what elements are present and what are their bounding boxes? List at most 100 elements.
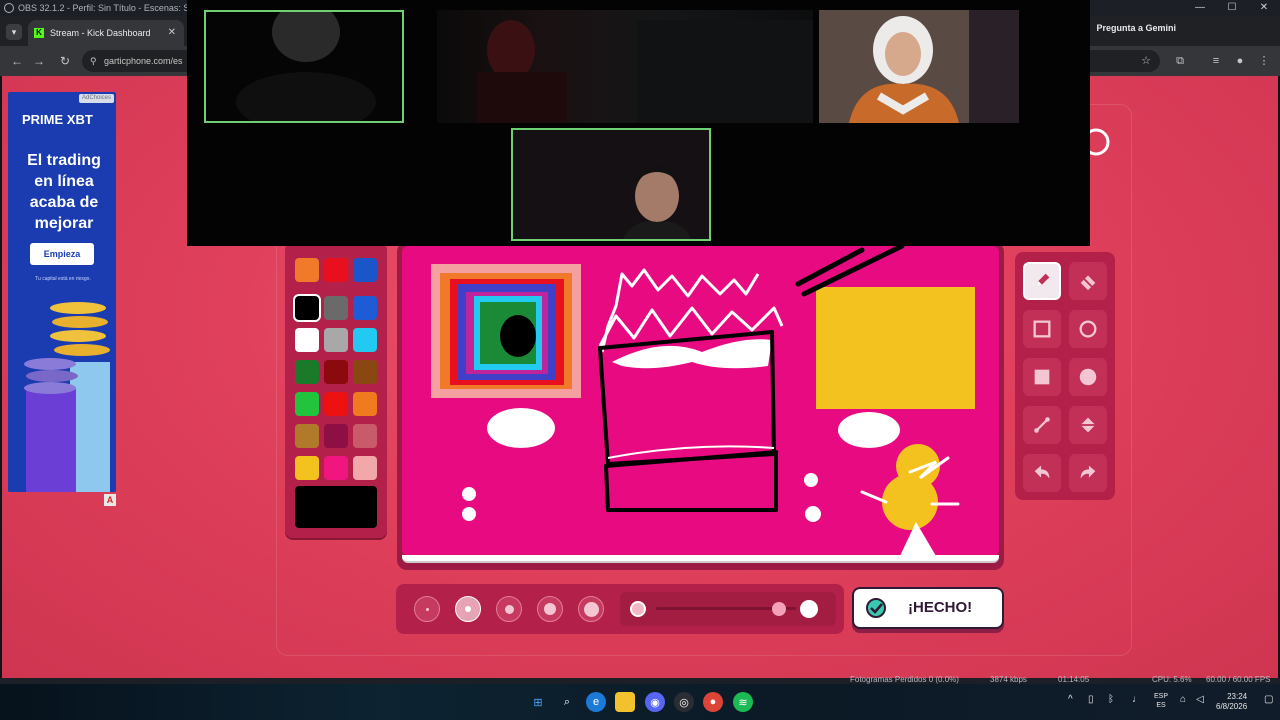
webcam-person-1	[236, 12, 376, 121]
color-swatch[interactable]	[353, 360, 377, 384]
bookmark-star-icon[interactable]: ☆	[1138, 52, 1154, 70]
tool-panel	[1015, 252, 1115, 500]
site-info-icon[interactable]: ⚲	[90, 50, 97, 72]
spotify-icon[interactable]: ≋	[733, 692, 753, 712]
file-explorer-icon[interactable]	[615, 692, 635, 712]
brush-size-button[interactable]	[414, 596, 440, 622]
rectangle-fill-icon	[1034, 369, 1050, 385]
brush-size-dot	[544, 603, 556, 615]
webcam-feed-3	[819, 10, 1019, 123]
minimize-button[interactable]: —	[1184, 0, 1216, 16]
color-swatch[interactable]	[295, 360, 319, 384]
tray-mic-icon[interactable]: ♩	[1132, 694, 1142, 705]
bitrate: 3874 kbps	[990, 675, 1027, 684]
undo-tool[interactable]	[1023, 454, 1061, 492]
profile-icon[interactable]: ●	[1232, 52, 1248, 70]
color-swatch[interactable]	[295, 258, 319, 282]
obs-icon[interactable]: ◎	[674, 692, 694, 712]
ad-choices-badge[interactable]: AdChoices	[78, 94, 114, 103]
close-window-button[interactable]: ✕	[1248, 0, 1280, 16]
color-swatch[interactable]	[295, 392, 319, 416]
close-tab-icon[interactable]: ✕	[168, 20, 176, 46]
color-swatch[interactable]	[353, 258, 377, 282]
webcam-person-2	[477, 20, 813, 123]
fps-readout: 60.00 / 60.00 FPS	[1206, 675, 1271, 684]
color-swatch[interactable]	[324, 360, 348, 384]
tab-search-button[interactable]: ▾	[6, 24, 22, 40]
webcam-feed-2	[437, 10, 813, 123]
tab-kick-dashboard[interactable]: K Stream - Kick Dashboard ✕	[28, 20, 184, 46]
search-icon[interactable]: ⌕	[557, 692, 577, 712]
brush-size-button[interactable]	[455, 596, 481, 622]
language-indicator[interactable]: ESP ES	[1154, 692, 1168, 710]
brush-size-button[interactable]	[496, 596, 522, 622]
color-swatch[interactable]	[353, 456, 377, 480]
start-icon[interactable]: ⊞	[528, 692, 548, 712]
chrome-icon[interactable]: ●	[703, 692, 723, 712]
address-bar[interactable]: ⚲ garticphone.com/es	[82, 50, 188, 72]
color-swatch[interactable]	[353, 424, 377, 448]
brush-size-bar	[396, 584, 844, 634]
color-swatch[interactable]	[324, 258, 348, 282]
tray-network-icon[interactable]: ⌂	[1180, 694, 1186, 705]
tray-bluetooth-icon[interactable]: ᛒ	[1108, 694, 1114, 705]
rectangle-outline-icon	[1033, 320, 1051, 338]
gemini-button[interactable]: Pregunta a Gemini	[1096, 23, 1176, 33]
rectangle-fill-tool[interactable]	[1023, 358, 1061, 396]
maximize-button[interactable]: ☐	[1216, 0, 1248, 16]
rectangle-outline-tool[interactable]	[1023, 310, 1061, 348]
back-icon[interactable]: ←	[8, 52, 26, 70]
color-swatch[interactable]	[324, 424, 348, 448]
pencil-icon	[1036, 273, 1050, 287]
reload-icon[interactable]: ↻	[56, 52, 74, 70]
discord-icon[interactable]: ◉	[645, 692, 665, 712]
color-swatch[interactable]	[324, 392, 348, 416]
opacity-knob[interactable]	[772, 602, 787, 616]
redo-tool[interactable]	[1069, 454, 1107, 492]
webcam-person-4	[513, 130, 709, 239]
line-tool[interactable]	[1023, 406, 1061, 444]
circle-fill-tool[interactable]	[1069, 358, 1107, 396]
color-swatch[interactable]	[295, 456, 319, 480]
color-swatch[interactable]	[353, 296, 377, 320]
color-swatch[interactable]	[353, 392, 377, 416]
tray-battery-icon[interactable]: ▯	[1088, 694, 1094, 705]
fill-bucket-tool[interactable]	[1069, 406, 1107, 444]
color-swatch[interactable]	[293, 294, 321, 322]
stream-time: 01:14:05	[1058, 675, 1090, 684]
tray-overflow-icon[interactable]: ^	[1068, 694, 1073, 705]
eraser-icon	[1080, 275, 1096, 291]
extensions-icon[interactable]: ⧉	[1172, 52, 1188, 70]
color-palette	[285, 242, 387, 538]
color-swatch[interactable]	[353, 328, 377, 352]
edge-icon[interactable]: e	[586, 692, 606, 712]
webcam-feed-4	[511, 128, 711, 241]
brush-size-button[interactable]	[578, 596, 604, 622]
brush-size-button[interactable]	[537, 596, 563, 622]
ad-cta-button[interactable]: Empieza	[30, 243, 94, 265]
eraser-tool[interactable]	[1069, 262, 1107, 300]
circle-outline-tool[interactable]	[1069, 310, 1107, 348]
clock-time: 23:24	[1227, 692, 1248, 701]
chrome-menu-icon[interactable]: ⋮	[1256, 52, 1272, 70]
lang-bottom: ES	[1156, 702, 1166, 709]
color-swatch[interactable]	[324, 296, 348, 320]
ad-corner-label[interactable]: A	[104, 494, 116, 506]
line-icon	[1034, 417, 1050, 433]
color-swatch[interactable]	[324, 456, 348, 480]
pencil-tool[interactable]	[1023, 262, 1061, 300]
taskbar-clock[interactable]: 23:24 6/8/2026	[1216, 692, 1247, 712]
tray-volume-icon[interactable]: ◁	[1196, 694, 1204, 705]
url-text: garticphone.com/es	[104, 56, 183, 66]
color-swatch[interactable]	[295, 328, 319, 352]
ad-banner[interactable]: AdChoices PRIME XBT El trading en línea …	[8, 92, 116, 492]
opacity-slider[interactable]	[620, 592, 836, 626]
color-swatch[interactable]	[295, 424, 319, 448]
done-button[interactable]: ¡HECHO!	[852, 587, 1004, 629]
forward-icon[interactable]: →	[30, 52, 48, 70]
reading-list-icon[interactable]: ≡	[1208, 52, 1224, 70]
notification-icon[interactable]: ▢	[1264, 694, 1273, 705]
drawing-canvas[interactable]	[402, 246, 999, 556]
color-swatch[interactable]	[324, 328, 348, 352]
circle-fill-icon	[1079, 368, 1097, 386]
